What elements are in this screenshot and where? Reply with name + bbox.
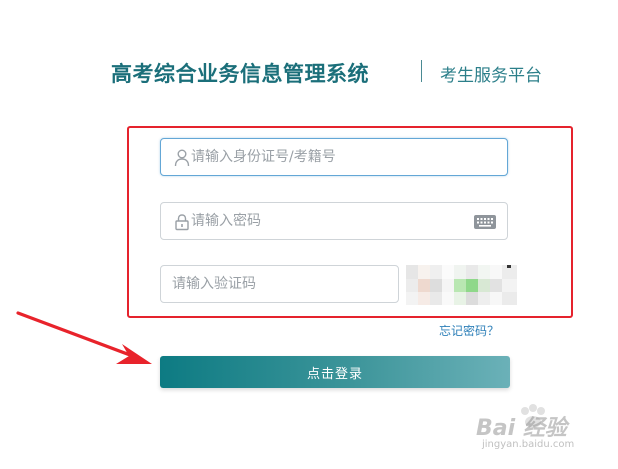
- keyboard-icon[interactable]: [474, 215, 496, 229]
- login-button[interactable]: 点击登录: [160, 356, 510, 388]
- page-subtitle: 考生服务平台: [440, 66, 542, 86]
- forgot-password-link[interactable]: 忘记密码？: [439, 322, 499, 339]
- password-input[interactable]: [161, 203, 507, 239]
- username-input[interactable]: [161, 139, 507, 175]
- page-title: 高考综合业务信息管理系统: [111, 62, 369, 86]
- watermark-url: jingyan.baidu.com: [482, 439, 575, 450]
- captcha-field[interactable]: [160, 265, 399, 303]
- username-field[interactable]: [160, 138, 508, 176]
- captcha-image[interactable]: [406, 265, 517, 305]
- password-field[interactable]: [160, 202, 508, 240]
- watermark-text: Bai 经验: [476, 416, 567, 441]
- captcha-input[interactable]: [161, 266, 398, 302]
- header-divider: [421, 60, 422, 82]
